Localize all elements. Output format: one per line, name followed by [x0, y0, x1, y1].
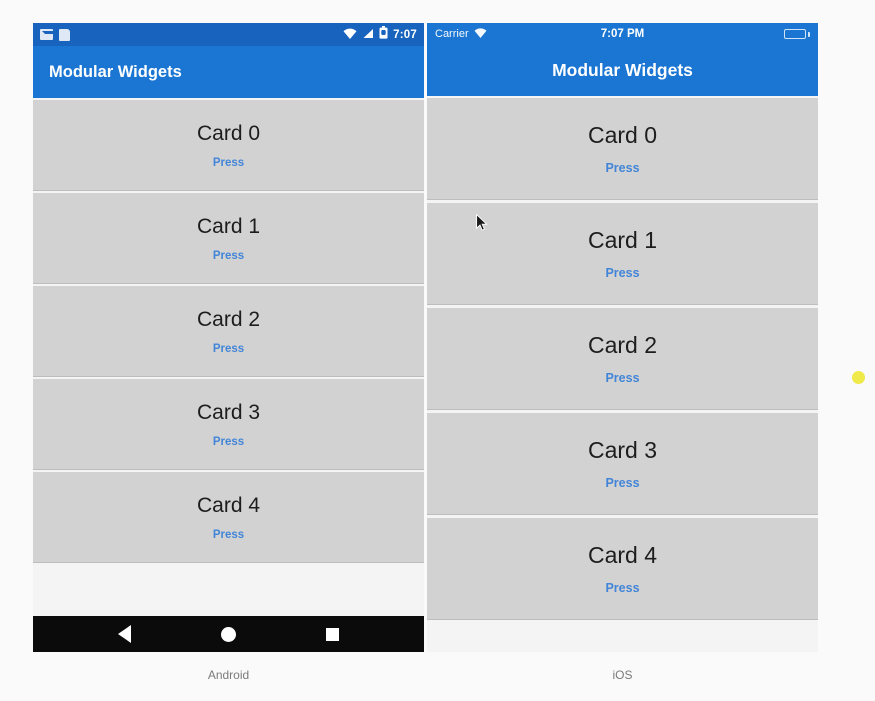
- ios-status-bar: Carrier 7:07 PM: [427, 23, 818, 45]
- card-item[interactable]: Card 3 Press: [33, 379, 424, 470]
- ios-carrier-label: Carrier: [435, 28, 469, 40]
- comparison-stage: 7:07 Modular Widgets Card 0 Press Card 1 Pr…: [0, 0, 875, 701]
- android-status-indicators: 7:07: [343, 25, 417, 44]
- card-item[interactable]: Card 4 Press: [427, 518, 818, 620]
- card-title: Card 4: [196, 493, 261, 517]
- card-title: Card 4: [587, 542, 658, 568]
- ios-nav-bar: Modular Widgets: [427, 45, 818, 96]
- home-circle-icon[interactable]: [221, 626, 236, 642]
- card-item[interactable]: Card 1 Press: [33, 193, 424, 284]
- card-press-button[interactable]: Press: [605, 266, 639, 280]
- card-item[interactable]: Card 1 Press: [427, 203, 818, 305]
- android-platform-caption: Android: [207, 668, 250, 682]
- battery-icon: [784, 29, 810, 39]
- document-icon: [59, 28, 70, 41]
- mail-icon: [40, 29, 57, 40]
- card-press-button[interactable]: Press: [213, 157, 244, 169]
- card-press-button[interactable]: Press: [605, 161, 639, 175]
- card-title: Card 1: [196, 214, 261, 238]
- android-app-bar: Modular Widgets: [33, 46, 424, 98]
- android-notification-icons: [40, 28, 70, 41]
- card-title: Card 0: [196, 121, 261, 145]
- card-item[interactable]: Card 0 Press: [33, 100, 424, 191]
- card-press-button[interactable]: Press: [213, 250, 244, 262]
- ios-device-frame: Carrier 7:07 PM Modular Widgets Card 0 Pr…: [427, 23, 818, 652]
- indicator-dot: [852, 371, 865, 384]
- wifi-icon: [474, 27, 487, 41]
- card-title: Card 2: [196, 307, 261, 331]
- card-item[interactable]: Card 3 Press: [427, 413, 818, 515]
- android-card-list: Card 0 Press Card 1 Press Card 2 Press Card 3 P…: [33, 98, 424, 616]
- card-press-button[interactable]: Press: [213, 529, 244, 541]
- recents-square-icon[interactable]: [326, 627, 339, 641]
- card-item[interactable]: Card 4 Press: [33, 472, 424, 563]
- android-status-bar: 7:07: [33, 23, 424, 46]
- wifi-icon: [343, 26, 357, 44]
- card-press-button[interactable]: Press: [605, 371, 639, 385]
- card-item[interactable]: Card 0 Press: [427, 98, 818, 200]
- back-triangle-icon[interactable]: [118, 625, 131, 643]
- ios-status-time: 7:07 PM: [600, 28, 645, 40]
- ios-card-list: Card 0 Press Card 1 Press Card 2 Press Card 3 P…: [427, 96, 818, 652]
- card-press-button[interactable]: Press: [213, 343, 244, 355]
- card-title: Card 3: [587, 437, 658, 463]
- card-press-button[interactable]: Press: [213, 436, 244, 448]
- battery-icon: [379, 25, 388, 44]
- android-device-frame: 7:07 Modular Widgets Card 0 Press Card 1 Pr…: [33, 23, 424, 652]
- card-press-button[interactable]: Press: [605, 476, 639, 490]
- card-press-button[interactable]: Press: [605, 581, 639, 595]
- android-status-time: 7:07: [393, 28, 417, 41]
- ios-platform-caption: iOS: [612, 668, 633, 682]
- card-title: Card 3: [196, 400, 261, 424]
- card-title: Card 0: [587, 122, 658, 148]
- card-title: Card 1: [587, 227, 658, 253]
- card-title: Card 2: [587, 332, 658, 358]
- ios-carrier-group: Carrier: [435, 27, 487, 41]
- card-item[interactable]: Card 2 Press: [33, 286, 424, 377]
- android-app-title: Modular Widgets: [49, 62, 182, 81]
- card-item[interactable]: Card 2 Press: [427, 308, 818, 410]
- signal-bars-icon: [362, 26, 374, 44]
- ios-app-title: Modular Widgets: [552, 60, 693, 80]
- android-navigation-bar: [33, 616, 424, 652]
